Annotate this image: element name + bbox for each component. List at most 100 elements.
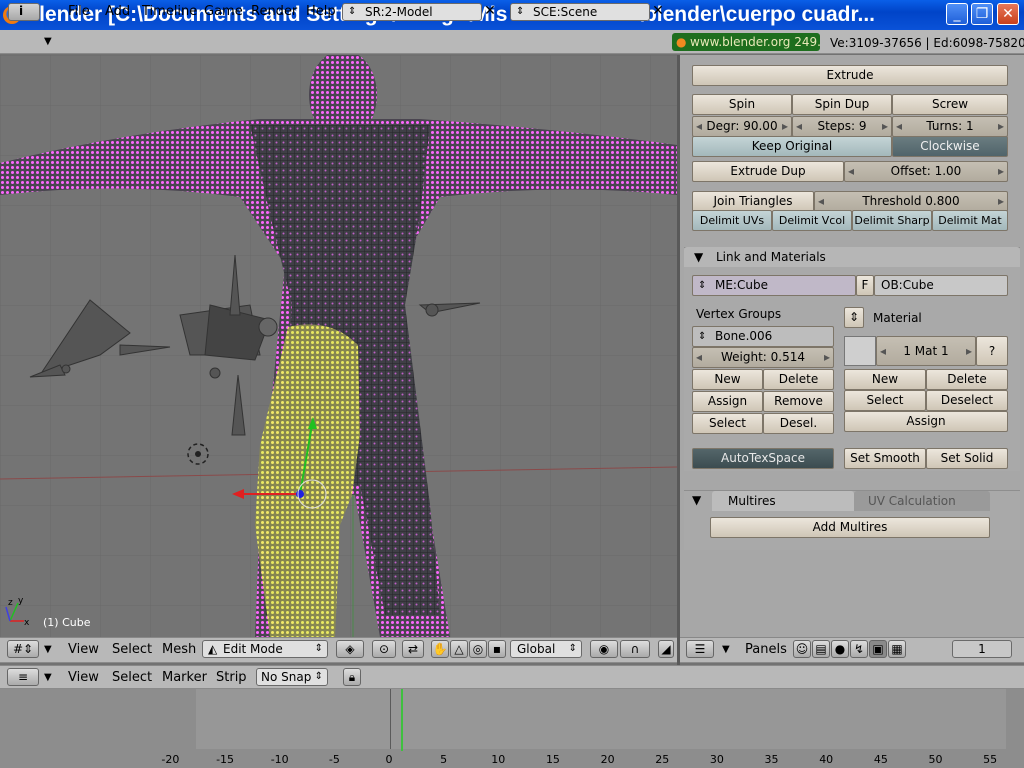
editor-type-timeline-icon[interactable]: ≡ [7,668,39,686]
menu-file[interactable]: File [68,4,90,20]
proportional-edit-icon[interactable]: ◉ [590,640,618,658]
timeline-menu-view[interactable]: View [68,670,99,686]
menu-game[interactable]: Game [204,4,243,20]
mode-selector[interactable]: ◭ Edit Mode ⇕ [202,640,328,658]
extrude-dup-button[interactable]: Extrude Dup [692,161,844,182]
offset-field[interactable]: Offset: 1.00 [844,161,1008,182]
blender-url[interactable]: ● www.blender.org 249.2 [672,33,820,51]
minimize-button[interactable]: _ [946,3,968,25]
orientation-selector[interactable]: Global ⇕ [510,640,582,658]
add-multires-button[interactable]: Add Multires [710,517,990,538]
material-delete-button[interactable]: Delete [926,369,1008,390]
editing-context-icon[interactable]: ▣ [869,640,887,658]
header-more-icon[interactable]: ◢ [658,640,674,658]
link-materials-panel-header[interactable]: ▼ Link and Materials [684,247,1020,267]
turns-field[interactable]: Turns: 1 [892,116,1008,137]
object-context-icon[interactable]: ↯ [850,640,868,658]
pivot-icon[interactable]: ⊙ [372,640,396,658]
autotexspace-toggle[interactable]: AutoTexSpace [692,448,834,469]
steps-field[interactable]: Steps: 9 [792,116,892,137]
timeline[interactable]: -20 -15 -10 -5 0 5 10 15 20 25 30 35 40 45 50 55 [0,689,1024,768]
screen-selector[interactable]: ⇕ SR:2-Model [342,3,482,21]
material-select-button[interactable]: Select [844,390,926,411]
spin-dup-button[interactable]: Spin Dup [792,94,892,115]
viewport-menu-mesh[interactable]: Mesh [162,642,196,658]
editor-type-buttons-icon[interactable]: ☰ [686,640,714,658]
material-index-field[interactable]: 1 Mat 1 [876,336,976,366]
logic-context-icon[interactable]: ☺ [793,640,811,658]
mesh-datablock-field[interactable]: ⇕ ME:Cube [692,275,856,296]
scene-selector[interactable]: ⇕ SCE:Scene [510,3,650,21]
timeline-collapse-icon[interactable]: ▼ [44,672,52,683]
timeline-menu-select[interactable]: Select [112,670,152,686]
vertex-group-assign-button[interactable]: Assign [692,391,763,412]
tab-multires[interactable]: Multires [712,491,854,511]
playhead[interactable] [400,689,403,751]
clockwise-toggle[interactable]: Clockwise [892,136,1008,157]
material-help-button[interactable]: ? [976,336,1008,366]
fake-user-button[interactable]: F [856,275,874,296]
buttons-collapse-icon[interactable]: ▼ [722,644,730,655]
weight-field[interactable]: Weight: 0.514 [692,347,834,368]
menu-timeline[interactable]: Timeline [142,4,197,20]
join-triangles-button[interactable]: Join Triangles [692,191,814,212]
snap-selector[interactable]: No Snap ⇕ [256,668,328,686]
viewport-collapse-icon[interactable]: ▼ [44,644,52,655]
panels-menu[interactable]: Panels [745,642,787,658]
timeline-menu-strip[interactable]: Strip [216,670,247,686]
delimit-vcol-toggle[interactable]: Delimit Vcol [772,210,852,231]
scene-delete-icon[interactable]: ✕ [650,3,666,21]
panel-collapse-icon[interactable]: ▼ [694,247,703,267]
viewport-menu-view[interactable]: View [68,642,99,658]
extrude-button[interactable]: Extrude [692,65,1008,86]
object-name-field[interactable]: OB:Cube [874,275,1008,296]
multires-collapse-icon[interactable]: ▼ [692,493,701,507]
vertex-group-new-button[interactable]: New [692,369,763,390]
falloff-icon[interactable]: ∩ [620,640,650,658]
shading-context-icon[interactable]: ● [831,640,849,658]
vertex-group-selector[interactable]: ⇕ Bone.006 [692,326,834,347]
menu-help[interactable]: Help [306,4,336,20]
hand-icon[interactable]: ✋ [431,640,449,658]
delimit-mat-toggle[interactable]: Delimit Mat [932,210,1008,231]
scale-icon[interactable]: ▪ [488,640,506,658]
material-new-button[interactable]: New [844,369,926,390]
material-menu-icon[interactable]: ⇕ [844,307,864,328]
viewport-canvas[interactable]: z y x (1) Cube [0,55,677,637]
editor-type-info-icon[interactable]: i [8,3,40,21]
set-smooth-button[interactable]: Set Smooth [844,448,926,469]
screw-button[interactable]: Screw [892,94,1008,115]
degrees-field[interactable]: Degr: 90.00 [692,116,792,137]
tab-uv-calculation[interactable]: UV Calculation [854,491,990,511]
material-color-swatch[interactable] [844,336,876,366]
delimit-uvs-toggle[interactable]: Delimit UVs [692,210,772,231]
menu-add[interactable]: Add [105,4,130,20]
delimit-sharp-toggle[interactable]: Delimit Sharp [852,210,932,231]
timeline-menu-marker[interactable]: Marker [162,670,207,686]
spin-button[interactable]: Spin [692,94,792,115]
scene-context-icon[interactable]: ▦ [888,640,906,658]
vertex-group-delete-button[interactable]: Delete [763,369,834,390]
material-assign-button[interactable]: Assign [844,411,1008,432]
vertex-group-remove-button[interactable]: Remove [763,391,834,412]
collapse-menu-icon[interactable]: ▼ [44,36,52,47]
3d-viewport[interactable]: z y x (1) Cube [0,55,677,637]
material-deselect-button[interactable]: Deselect [926,390,1008,411]
rotate-icon[interactable]: ◎ [469,640,487,658]
script-context-icon[interactable]: ▤ [812,640,830,658]
translate-icon[interactable]: △ [450,640,468,658]
draw-type-icon[interactable]: ◈ [336,640,364,658]
threshold-field[interactable]: Threshold 0.800 [814,191,1008,212]
close-button[interactable]: ✕ [997,3,1019,25]
set-solid-button[interactable]: Set Solid [926,448,1008,469]
viewport-menu-select[interactable]: Select [112,642,152,658]
lock-icon[interactable]: 🔒︎ [343,668,361,686]
menu-render[interactable]: Render [251,4,297,20]
maximize-button[interactable]: ❐ [971,3,993,25]
frame-number-field[interactable]: 1 [952,640,1012,658]
keep-original-toggle[interactable]: Keep Original [692,136,892,157]
vertex-group-deselect-button[interactable]: Desel. [763,413,834,434]
transform-widget-icon[interactable]: ⇄ [402,640,424,658]
vertex-group-select-button[interactable]: Select [692,413,763,434]
screen-delete-icon[interactable]: ✕ [482,3,498,21]
